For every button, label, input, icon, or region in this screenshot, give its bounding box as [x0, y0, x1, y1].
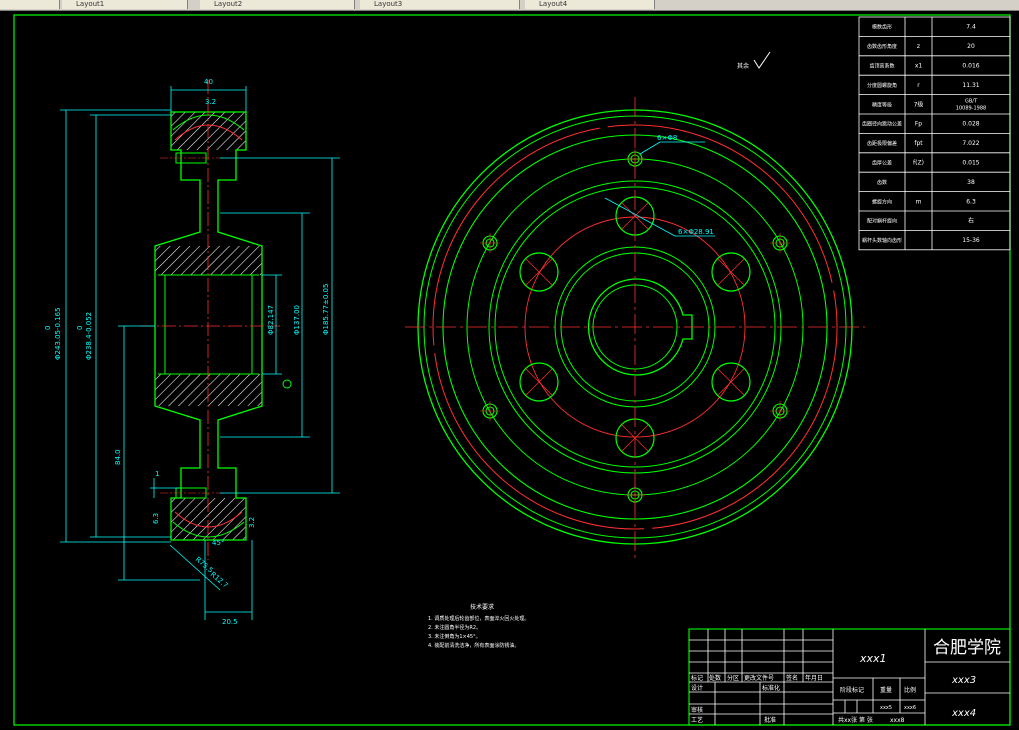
param-row-val: 6.3 — [966, 198, 976, 205]
dim-dia-bore: Φ82.147 — [267, 305, 275, 335]
notes-line-2: 2. 未注圆角半径为R2。 — [428, 624, 481, 631]
param-row-val: 0.015 — [962, 160, 979, 167]
param-row-val: 38 — [967, 179, 975, 186]
param-row-name: 齿数齿形角度 — [867, 43, 897, 50]
dim-bottom-width: 20.5 — [222, 618, 238, 626]
param-row-sym: 7级 — [914, 100, 924, 108]
dim-lower-zero: 0 — [76, 326, 84, 330]
param-row-name: 配对蜗杆旋向 — [867, 218, 897, 225]
dim-dia-hub: Φ137.00 — [293, 305, 301, 335]
tb-part-number: xxx3 — [951, 675, 976, 686]
param-row-name: 齿顶高系数 — [869, 63, 894, 70]
dim-bottom-r2: R12.7 — [209, 570, 230, 589]
front-view — [405, 97, 865, 560]
notes-line-1: 1. 调质处理后轮齿部位，表面淬火回火处理。 — [428, 615, 529, 622]
tb-scale-val: xxx6 — [904, 705, 916, 711]
tb-weight-val: xxx5 — [880, 705, 892, 711]
param-row-sym: x1 — [915, 63, 923, 70]
dim-upper-zero: 0 — [44, 326, 52, 330]
roughness-symbol: 其余 — [737, 51, 771, 70]
tb-date: 年月日 — [805, 674, 823, 682]
dim-left-height: 84.0 — [114, 449, 122, 465]
tb-stage-mark: 阶段标记 — [840, 686, 864, 694]
parameter-table: 模数齿形 7.4 齿数齿形角度 z 20 齿顶高系数 x1 0.016 分度圆螺旋角 r 11.31… — [858, 16, 1011, 251]
dim-chamfer-small: 3.2 — [205, 98, 216, 106]
layout-tab-1[interactable]: Layout1 — [62, 0, 188, 9]
tb-school: 合肥学院 — [933, 638, 1001, 658]
front-labels: 6×Φ8 6×Φ28.91 — [657, 134, 714, 236]
dim-bottom-angle: 45° — [212, 539, 224, 547]
param-row-sym: f(Z) — [913, 160, 924, 167]
tb-standard: 标准化 — [762, 684, 780, 692]
param-row-val-part: GB/T — [965, 99, 978, 105]
layout-tab-3[interactable]: Layout3 — [360, 0, 520, 9]
param-row-sym: m — [916, 198, 922, 205]
param-row-val: 7.022 — [962, 140, 979, 147]
dim-dia-hole-circle: Φ185.77±0.05 — [322, 284, 330, 335]
tb-sheets: 共xx张 第 张 — [838, 716, 873, 724]
param-row-name: 模数齿形 — [872, 24, 892, 31]
param-row-val: 0.028 — [962, 121, 979, 128]
notes-line-4: 4. 装配前清洗洁净，所有表面涂防锈油。 — [428, 642, 519, 649]
tb-zone: 分区 — [727, 674, 739, 682]
dim-bottom-r1: R75.5 — [194, 555, 215, 574]
dim-dia-outer: Φ243.05-0.165 — [54, 307, 62, 360]
label-hole-small: 6×Φ8 — [657, 134, 677, 142]
dim-left-chamfer: 6.3 — [152, 513, 160, 524]
tb-scale: 比例 — [904, 686, 916, 694]
tb-weight: 重量 — [880, 686, 892, 694]
roughness-note: 其余 — [737, 62, 749, 70]
dim-left-small: 1 — [155, 470, 159, 478]
tb-material: xxx4 — [951, 708, 976, 719]
param-row-val: 0.016 — [962, 63, 979, 70]
param-row-name: 齿厚公差 — [872, 160, 892, 167]
layout-tab-label: Layout4 — [539, 0, 568, 8]
param-row-name: 齿圈径向跳动公差 — [862, 121, 902, 128]
layout-tab-blank[interactable] — [0, 0, 60, 9]
section-dimension-texts: 40 3.2 Φ243.05-0.165 0 Φ238.4-0.052 0 84… — [44, 78, 330, 626]
tb-part-name: xxx1 — [859, 652, 887, 665]
label-hole-large: 6×Φ28.91 — [678, 228, 714, 236]
param-row-name: 精度等级 — [872, 101, 892, 108]
drawing-canvas[interactable]: 40 3.2 Φ243.05-0.165 0 Φ238.4-0.052 0 84… — [0, 10, 1019, 730]
param-row-val: 右 — [968, 217, 974, 225]
technical-notes: 技术要求 1. 调质处理后轮齿部位，表面淬火回火处理。 2. 未注圆角半径为R2… — [428, 603, 529, 649]
notes-title: 技术要求 — [470, 603, 494, 611]
param-row-name: 螺旋方向 — [872, 198, 892, 205]
layout-tab-4[interactable]: Layout4 — [525, 0, 655, 9]
param-row-val: 15-36 — [962, 237, 980, 244]
param-row-val-part: 10089-1988 — [956, 106, 986, 112]
tb-review: 审核 — [691, 706, 703, 714]
tb-process: 工艺 — [691, 716, 703, 724]
tb-mark: 标记 — [691, 674, 703, 682]
tb-approve: 批准 — [764, 716, 776, 724]
param-row-val: 20 — [967, 43, 975, 50]
layout-tab-2[interactable]: Layout2 — [200, 0, 355, 9]
tb-doc: 更改文件号 — [744, 674, 774, 682]
dim-top-width: 40 — [204, 78, 213, 86]
param-row-val: 11.31 — [962, 82, 979, 89]
param-row-name: 蜗杆头数轴向齿形 — [862, 237, 902, 244]
dim-dia-root: Φ238.4-0.052 — [85, 312, 93, 360]
layout-tab-label: Layout3 — [374, 0, 403, 8]
param-row-sym: z — [917, 43, 920, 50]
layout-tab-label: Layout2 — [214, 0, 243, 8]
tb-count: 处数 — [709, 674, 721, 682]
param-row-sym: r — [917, 82, 920, 89]
param-row-name: 分度圆螺旋角 — [867, 82, 897, 89]
param-row-sym: fpt — [914, 140, 923, 147]
param-row-val: 7.4 — [966, 24, 976, 31]
param-row-sym: Fp — [915, 121, 922, 128]
dim-right-small: 3.2 — [248, 517, 256, 528]
notes-line-3: 3. 未注倒角为1×45°。 — [428, 633, 481, 640]
tb-sign: 签名 — [786, 674, 798, 682]
param-row-name: 齿距极限偏差 — [867, 140, 897, 147]
param-row-name: 齿数 — [877, 179, 887, 186]
layout-tab-label: Layout1 — [76, 0, 105, 8]
tb-design: 设计 — [691, 684, 703, 692]
tb-sheet-code: xxx8 — [890, 717, 905, 724]
